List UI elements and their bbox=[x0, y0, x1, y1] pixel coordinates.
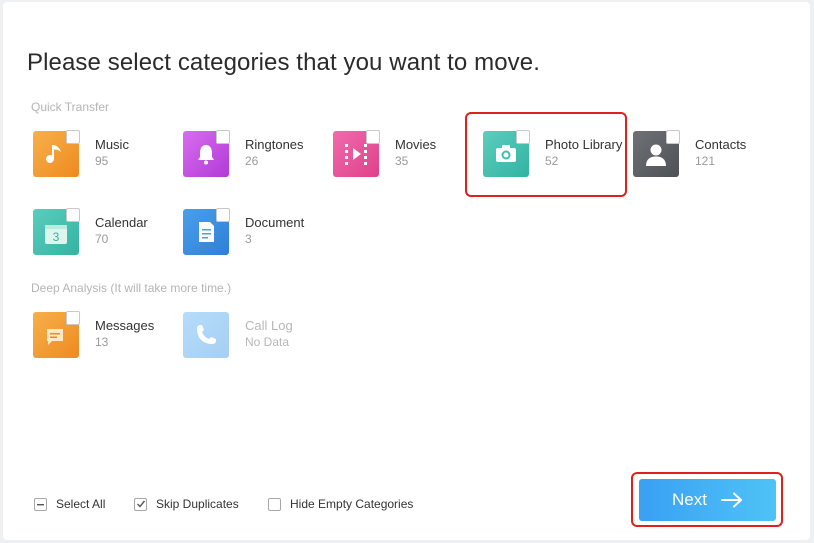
category-checkbox[interactable] bbox=[66, 130, 80, 144]
next-button[interactable]: Next bbox=[639, 479, 776, 521]
category-call-log: Call Log No Data bbox=[183, 312, 333, 372]
category-contacts[interactable]: Contacts 121 bbox=[633, 130, 783, 191]
page-title: Please select categories that you want t… bbox=[27, 49, 540, 76]
phone-icon bbox=[183, 312, 229, 358]
section-label-quick-transfer: Quick Transfer bbox=[31, 100, 110, 114]
svg-text:3: 3 bbox=[53, 230, 60, 244]
category-name: Contacts bbox=[695, 137, 747, 152]
category-checkbox[interactable] bbox=[666, 130, 680, 144]
category-count: 70 bbox=[95, 232, 109, 246]
category-movies[interactable]: Movies 35 bbox=[333, 130, 483, 191]
category-count: 121 bbox=[695, 154, 716, 168]
category-name: Ringtones bbox=[245, 137, 304, 152]
category-photo-library[interactable]: Photo Library 52 bbox=[483, 130, 633, 191]
category-checkbox[interactable] bbox=[66, 208, 80, 222]
section-label-deep-analysis: Deep Analysis (It will take more time.) bbox=[31, 281, 232, 295]
skip-duplicates-label: Skip Duplicates bbox=[156, 497, 239, 511]
category-count: 26 bbox=[245, 154, 259, 168]
category-name: Movies bbox=[395, 137, 437, 152]
category-name: Music bbox=[95, 137, 129, 152]
category-checkbox[interactable] bbox=[516, 130, 530, 144]
category-ringtones[interactable]: Ringtones 26 bbox=[183, 130, 333, 191]
category-count: 35 bbox=[395, 154, 409, 168]
category-name: Call Log bbox=[245, 318, 293, 333]
category-count: 13 bbox=[95, 335, 109, 349]
category-checkbox[interactable] bbox=[66, 311, 80, 325]
partial-check-icon bbox=[34, 497, 47, 511]
category-count: No Data bbox=[245, 335, 290, 349]
category-checkbox[interactable] bbox=[216, 208, 230, 222]
next-button-label: Next bbox=[672, 490, 707, 509]
main-panel bbox=[3, 2, 810, 540]
select-all-label: Select All bbox=[56, 497, 106, 511]
category-name: Calendar bbox=[95, 215, 148, 230]
category-name: Photo Library bbox=[545, 137, 623, 152]
skip-duplicates-checkbox[interactable]: Skip Duplicates bbox=[134, 496, 239, 512]
arrow-right-icon bbox=[720, 492, 742, 508]
select-all-checkbox[interactable]: Select All bbox=[34, 496, 105, 512]
hide-empty-categories-checkbox[interactable]: Hide Empty Categories bbox=[268, 496, 413, 512]
category-messages[interactable]: Messages 13 bbox=[33, 311, 183, 372]
category-count: 95 bbox=[95, 154, 109, 168]
category-calendar[interactable]: 3 Calendar 70 bbox=[33, 208, 183, 269]
category-document[interactable]: Document 3 bbox=[183, 208, 333, 269]
hide-empty-categories-label: Hide Empty Categories bbox=[290, 497, 414, 511]
category-count: 3 bbox=[245, 232, 252, 246]
category-name: Document bbox=[245, 215, 305, 230]
category-checkbox[interactable] bbox=[216, 130, 230, 144]
category-checkbox[interactable] bbox=[366, 130, 380, 144]
category-count: 52 bbox=[545, 154, 559, 168]
empty-checkbox-icon bbox=[268, 497, 281, 511]
category-name: Messages bbox=[95, 318, 155, 333]
category-music[interactable]: Music 95 bbox=[33, 130, 183, 191]
checkmark-icon bbox=[134, 497, 147, 511]
